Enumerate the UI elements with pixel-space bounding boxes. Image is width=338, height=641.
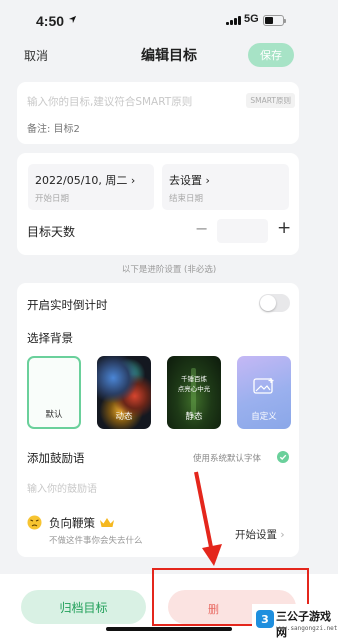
target-days-label: 目标天数: [27, 225, 76, 239]
chevron-right-icon: ›: [130, 174, 136, 187]
save-button[interactable]: 保存: [248, 43, 294, 67]
network-type: 5G: [244, 13, 259, 25]
negative-motivation-hint: 不做这件事你会失去什么: [49, 536, 143, 546]
image-add-icon: [253, 378, 274, 394]
encouragement-input[interactable]: 输入你的鼓励语: [27, 480, 97, 495]
background-option-label: 动态: [115, 412, 133, 422]
background-option-label: 默认: [45, 410, 63, 420]
negative-motivation-title: 负向鞭策: [49, 516, 95, 530]
increment-button[interactable]: +: [277, 218, 291, 238]
end-date-label: 结束日期: [169, 194, 204, 204]
countdown-label: 开启实时倒计时: [27, 298, 108, 312]
watermark-url: www.sangongzi.net: [276, 625, 338, 632]
status-time: 4:50: [36, 13, 65, 29]
advanced-settings-note: 以下是进阶设置 (非必选): [121, 265, 217, 275]
nav-bar: 取消 编辑目标 保存: [0, 40, 338, 70]
check-circle-icon[interactable]: [277, 451, 289, 463]
watermark-title: 三公子游戏网: [276, 610, 331, 639]
location-arrow-icon: [68, 15, 77, 24]
site-watermark: 3 三公子游戏网 www.sangongzi.net: [252, 604, 338, 641]
watermark-logo-icon: 3: [256, 610, 274, 628]
target-days-input[interactable]: [217, 219, 268, 243]
background-label: 选择背景: [27, 331, 73, 345]
smart-principle-badge[interactable]: SMART原则: [246, 93, 295, 108]
background-option-custom[interactable]: 自定义: [237, 356, 291, 429]
background-option-dynamic[interactable]: 动态: [97, 356, 151, 429]
start-date-label: 开始日期: [35, 194, 70, 204]
red-arrow-annotation: [194, 471, 222, 566]
chevron-right-icon: ›: [205, 174, 210, 187]
start-setup-button[interactable]: 开始设置 ›: [235, 527, 285, 542]
date-card: 2022/05/10, 周二 › 开始日期 去设置 › 结束日期 目标天数 − …: [17, 153, 299, 255]
end-date-value: 去设置 ›: [169, 174, 210, 187]
home-indicator: [106, 627, 232, 631]
goal-card: 输入你的目标,建议符合SMART原则 SMART原则 备注: 目标2: [17, 82, 299, 144]
countdown-toggle[interactable]: [259, 294, 290, 312]
remark-text[interactable]: 备注: 目标2: [27, 120, 80, 135]
battery-icon: [263, 15, 286, 26]
background-option-static[interactable]: 千锤百炼 点亮心中光 静态: [167, 356, 221, 429]
advanced-settings-card: 开启实时倒计时 选择背景 默认 动态 千锤百炼 点亮心中光 静态 自定义 添加鼓…: [17, 283, 299, 557]
background-option-default[interactable]: 默认: [27, 356, 81, 429]
start-date-picker[interactable]: 2022/05/10, 周二 › 开始日期: [28, 164, 154, 210]
goal-input[interactable]: 输入你的目标,建议符合SMART原则: [27, 94, 192, 109]
archive-goal-button[interactable]: 归档目标: [21, 590, 146, 624]
background-option-label: 自定义: [251, 412, 277, 422]
cell-signal-icon: [226, 16, 241, 25]
background-option-label: 静态: [185, 412, 203, 422]
end-date-picker[interactable]: 去设置 › 结束日期: [162, 164, 289, 210]
angry-face-icon: [27, 515, 42, 530]
encouragement-label: 添加鼓励语: [27, 451, 85, 465]
system-font-label: 使用系统默认字体: [193, 454, 262, 464]
start-date-value: 2022/05/10, 周二 ›: [35, 174, 136, 187]
decrement-button[interactable]: −: [195, 219, 208, 238]
chevron-right-icon: ›: [280, 529, 285, 541]
static-background-caption: 千锤百炼 点亮心中光: [177, 375, 211, 393]
status-bar: 4:50 5G: [0, 0, 338, 40]
crown-icon: [100, 518, 114, 527]
